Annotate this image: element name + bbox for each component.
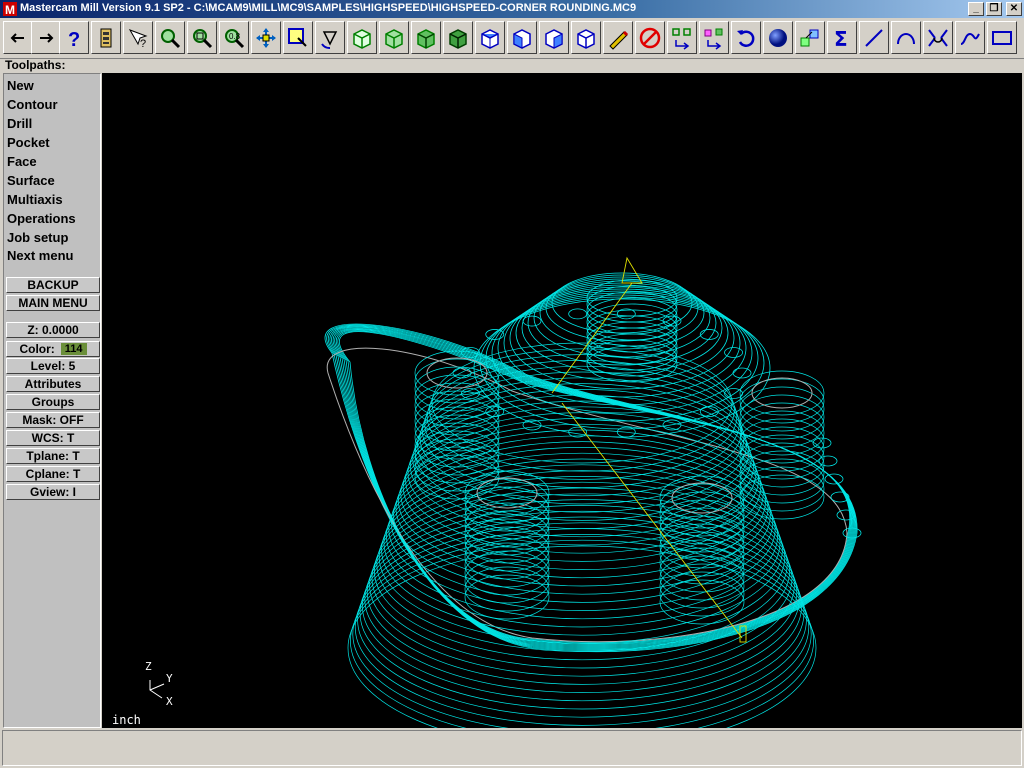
boss-hole-geometry [426,357,488,389]
close-button[interactable]: ✕ [1006,2,1022,16]
repaint-icon[interactable] [603,21,633,54]
dome-pass [390,441,774,603]
corner-rounding-circle [452,367,472,379]
z-depth-button[interactable]: Z: 0.0000 [6,322,100,338]
translate-icon[interactable] [699,21,729,54]
gview-front-icon[interactable] [379,21,409,54]
menu-item-surface[interactable]: Surface [7,173,55,188]
forward-arrow-icon[interactable] [31,21,61,54]
menu-item-face[interactable]: Face [7,154,37,169]
screen-select-icon[interactable] [283,21,313,54]
menu-item-drill[interactable]: Drill [7,116,32,131]
units-label: inch [112,713,141,727]
corner-rounding-circle [699,329,719,340]
shade-icon[interactable] [763,21,793,54]
fillet-icon[interactable] [923,21,953,54]
top-ring-pass [539,276,705,350]
arc-icon[interactable] [891,21,921,54]
toolpaths-menu-header: Toolpaths: [5,58,66,72]
cplane-iso-icon[interactable] [571,21,601,54]
undo-icon[interactable] [731,21,761,54]
mask-button[interactable]: Mask: OFF [6,412,100,428]
gview-iso-icon[interactable] [443,21,473,54]
cplane-front-icon[interactable] [507,21,537,54]
corner-rounding-circle [568,308,588,320]
sum-icon[interactable]: Σ [827,21,857,54]
dome-pass [362,510,802,702]
level-icon[interactable] [795,21,825,54]
menu-item-operations[interactable]: Operations [7,211,76,226]
mastercam-app-icon[interactable]: M [2,1,18,17]
menu-item-pocket[interactable]: Pocket [7,135,50,150]
prompt-area [2,730,1022,766]
top-ring-pass [527,280,717,366]
color-swatch: 114 [60,343,87,355]
settings-icon[interactable] [91,21,121,54]
backup-button[interactable]: BACKUP [6,277,100,293]
menu-item-next-menu[interactable]: Next menu [7,248,73,263]
main-menu-button[interactable]: MAIN MENU [6,295,100,311]
cplane-top-icon[interactable] [475,21,505,54]
pick-help-icon[interactable]: ? [123,21,153,54]
back-arrow-icon[interactable] [3,21,33,54]
main-toolbar: ? ? 0.8 Σ [0,18,1024,59]
title-bar: M Mastercam Mill Version 9.1 SP2 - C:\MC… [0,0,1024,18]
gview-top-icon[interactable] [347,21,377,54]
svg-text:0.8: 0.8 [229,32,241,41]
rotate-view-icon[interactable] [315,21,345,54]
toolpath-wireframe [324,256,862,728]
svg-text:M: M [5,3,15,17]
zoom-window-icon[interactable] [155,21,185,54]
menu-item-multiaxis[interactable]: Multiaxis [7,192,63,207]
cplane-side-icon[interactable] [539,21,569,54]
edge-circle [818,455,838,467]
dome-pass [364,505,800,693]
axis-y-label: Y [166,672,173,685]
base-geometry [326,347,848,643]
svg-text:Σ: Σ [834,27,848,50]
clear-icon[interactable] [635,21,665,54]
boss-hole-geometry [751,377,813,409]
svg-text:?: ? [68,29,80,50]
attributes-button[interactable]: Attributes [6,376,100,392]
groups-button[interactable]: Groups [6,394,100,410]
menu-item-job-setup[interactable]: Job setup [7,230,68,245]
axis-z-label: Z [145,660,152,673]
spline-icon[interactable] [955,21,985,54]
wcs-button[interactable]: WCS: T [6,430,100,446]
gview-button[interactable]: Gview: I [6,484,100,500]
pan-icon[interactable] [251,21,281,54]
unzoom-icon[interactable] [187,21,217,54]
axis-x-label: X [166,695,173,708]
axis-indicator: Z Y X [145,660,173,708]
dome-pass [374,481,790,661]
graphics-viewport[interactable]: Z Y X inch [102,73,1022,728]
transform-icon[interactable] [667,21,697,54]
menu-item-new[interactable]: New [7,78,34,93]
corner-rounding-circle [522,315,542,327]
minimize-button[interactable]: _ [968,2,984,16]
corner-rounding-circle [724,347,743,358]
tplane-button[interactable]: Tplane: T [6,448,100,464]
window-title: Mastercam Mill Version 9.1 SP2 - C:\MCAM… [20,2,637,14]
color-label: Color: [19,342,55,356]
rectangle-icon[interactable] [987,21,1017,54]
restore-button[interactable]: ❐ [986,2,1002,16]
fit-icon[interactable]: 0.8 [219,21,249,54]
gview-side-icon[interactable] [411,21,441,54]
level-button[interactable]: Level: 5 [6,358,100,374]
help-icon[interactable]: ? [59,21,89,54]
corner-rounding-circle [485,329,505,340]
cplane-button[interactable]: Cplane: T [6,466,100,482]
sidebar-menu: New Contour Drill Pocket Face Surface Mu… [3,73,101,728]
svg-text:?: ? [140,38,146,50]
color-button[interactable]: Color: 114 [6,341,100,357]
dome-pass [393,435,771,595]
menu-item-contour[interactable]: Contour [7,97,58,112]
line-icon[interactable] [859,21,889,54]
